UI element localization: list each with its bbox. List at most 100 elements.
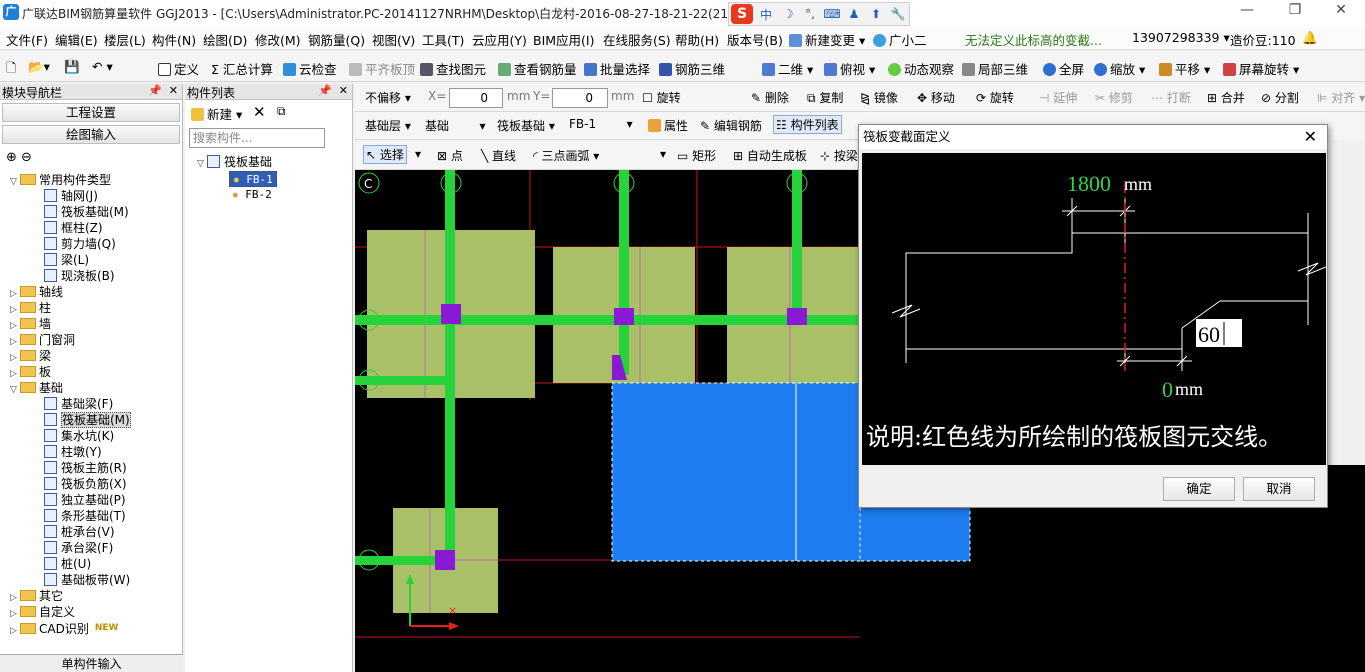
- tree-item[interactable]: ▷ 门窗洞: [10, 332, 75, 348]
- tree-item[interactable]: ▷ 板: [10, 364, 51, 380]
- new-component-button[interactable]: 新建 ▾: [191, 104, 242, 123]
- align-dropdown[interactable]: ⊫ 对齐 ▾: [1317, 89, 1365, 106]
- select-button[interactable]: ↖ 选择: [363, 145, 407, 164]
- merge-button[interactable]: ⊞ 合并: [1207, 89, 1245, 106]
- by-beam-button[interactable]: ⊹ 按梁: [820, 147, 858, 164]
- menu-online[interactable]: 在线服务(S): [603, 30, 671, 49]
- column[interactable]: [787, 308, 807, 325]
- menu-tools[interactable]: 工具(T): [422, 30, 464, 49]
- tb-define-button[interactable]: 定义: [158, 59, 199, 78]
- select-dropdown-arrow[interactable]: ▾: [415, 147, 421, 161]
- selected-raft-slab[interactable]: [611, 382, 860, 562]
- column[interactable]: [441, 304, 461, 324]
- new-change-button[interactable]: 新建变更 ▾: [789, 30, 865, 49]
- component-list-toggle[interactable]: ☷ 构件列表: [773, 115, 842, 134]
- column[interactable]: [614, 308, 634, 325]
- tree-item[interactable]: 基础梁(F): [44, 396, 113, 412]
- tree-item[interactable]: 筏板主筋(R): [44, 460, 127, 476]
- ime-item[interactable]: 中: [757, 6, 775, 23]
- tb-local-3d-button[interactable]: 局部三维: [962, 59, 1028, 78]
- notice-text[interactable]: 无法定义此标高的变截...: [965, 30, 1102, 49]
- tree-item[interactable]: 集水坑(K): [44, 428, 114, 444]
- auto-generate-button[interactable]: ⊞ 自动生成板: [733, 147, 807, 164]
- offset-mode-dropdown[interactable]: 不偏移 ▾: [365, 89, 411, 106]
- tree-item[interactable]: 承台梁(F): [44, 540, 113, 556]
- ime-item[interactable]: ⬆: [867, 7, 885, 21]
- tree-item[interactable]: 条形基础(T): [44, 508, 126, 524]
- tree-item[interactable]: 桩承台(V): [44, 524, 115, 540]
- tree-item[interactable]: 桩(U): [44, 556, 91, 572]
- tree-item[interactable]: 框柱(Z): [44, 220, 103, 236]
- open-file-icon[interactable]: 📂▾: [28, 59, 50, 75]
- drawing-input-button[interactable]: 绘图输入: [2, 125, 180, 144]
- arc-button[interactable]: ◜ 三点画弧 ▾: [533, 147, 599, 164]
- type-dropdown[interactable]: 筏板基础 ▾: [497, 117, 555, 134]
- tb-2d-dropdown[interactable]: 二维 ▾: [762, 59, 813, 78]
- close-panel-icon[interactable]: ✕: [169, 84, 178, 97]
- tb-view-rebar-button[interactable]: 查看钢筋量: [498, 59, 577, 78]
- close-panel-icon[interactable]: ✕: [339, 84, 348, 97]
- close-window-icon[interactable]: ✕: [1326, 2, 1356, 18]
- tree-item[interactable]: ▷ 自定义: [10, 604, 75, 620]
- column[interactable]: [435, 550, 455, 570]
- tb-topview-dropdown[interactable]: 俯视 ▾: [824, 59, 875, 78]
- tree-item[interactable]: ▷ CAD识别 NEW: [10, 620, 118, 636]
- floor-dropdown[interactable]: 基础层 ▾: [365, 117, 411, 134]
- top-dimension-value[interactable]: 1800: [1067, 171, 1111, 196]
- menu-component[interactable]: 构件(N): [152, 30, 196, 49]
- tree-item[interactable]: 梁(L): [44, 252, 89, 268]
- rotate-checkbox[interactable]: ☐ 旋转: [642, 89, 681, 106]
- tree-item[interactable]: ▽ 基础: [10, 380, 63, 396]
- ime-item[interactable]: 🔧: [889, 7, 907, 21]
- tb-sum-button[interactable]: Σ 汇总计算: [211, 59, 273, 78]
- tb-pan-dropdown[interactable]: 平移 ▾: [1159, 59, 1210, 78]
- beam[interactable]: [355, 556, 445, 565]
- tb-rotate-screen-dropdown[interactable]: 屏幕旋转 ▾: [1223, 59, 1299, 78]
- line-button[interactable]: ╲ 直线: [481, 147, 516, 164]
- restore-icon[interactable]: ❐: [1280, 2, 1310, 18]
- menu-version[interactable]: 版本号(B): [727, 30, 783, 49]
- rectangle-button[interactable]: ▭ 矩形: [677, 147, 716, 164]
- y-offset-input[interactable]: 0: [552, 88, 608, 108]
- collapse-icon[interactable]: ▽: [10, 174, 20, 190]
- tb-cloud-check-button[interactable]: 云检查: [283, 59, 337, 78]
- tb-rebar-3d-button[interactable]: 钢筋三维: [659, 59, 725, 78]
- point-button[interactable]: ⊠ 点: [437, 147, 463, 164]
- drawing-canvas[interactable]: C ×: [355, 170, 860, 672]
- tree-item[interactable]: 筏板负筋(X): [44, 476, 127, 492]
- tb-orbit-button[interactable]: 动态观察: [888, 59, 954, 78]
- ime-toolbar[interactable]: S 中 ☽ °, ⌨ ♟ ⬆ 🔧: [728, 2, 910, 26]
- break-button[interactable]: ⋯ 打断: [1151, 89, 1191, 106]
- angle-input[interactable]: 60: [1198, 322, 1220, 347]
- menu-view[interactable]: 视图(V): [372, 30, 415, 49]
- split-button[interactable]: ⊘ 分割: [1261, 89, 1299, 106]
- extend-button[interactable]: ⊣ 延伸: [1039, 89, 1077, 106]
- ok-button[interactable]: 确定: [1163, 477, 1235, 501]
- tree-item[interactable]: ▷ 其它: [10, 588, 63, 604]
- category-dropdown[interactable]: 基础 ▾: [425, 117, 486, 134]
- ime-item[interactable]: ⌨: [823, 7, 841, 21]
- tree-item[interactable]: ▷ 墙: [10, 316, 51, 332]
- menu-draw[interactable]: 绘图(D): [203, 30, 247, 49]
- tree-root-raft[interactable]: ▽ 筏板基础: [197, 154, 272, 170]
- guangxiaoer-button[interactable]: 广小二: [873, 30, 927, 49]
- cancel-button[interactable]: 取消: [1243, 477, 1315, 501]
- tree-item[interactable]: 现浇板(B): [44, 268, 115, 284]
- undo-icon[interactable]: ↶ ▾: [92, 59, 113, 74]
- search-input[interactable]: 搜索构件...: [189, 128, 325, 148]
- tree-item[interactable]: 独立基础(P): [44, 492, 126, 508]
- delete-button[interactable]: ✎ 删除: [751, 89, 789, 106]
- tb-zoom-dropdown[interactable]: 缩放 ▾: [1094, 59, 1145, 78]
- edit-rebar-button[interactable]: ✎ 编辑钢筋: [700, 117, 762, 134]
- project-settings-button[interactable]: 工程设置: [2, 103, 180, 122]
- copy-button[interactable]: ⧉ 复制: [807, 89, 843, 106]
- tree-item[interactable]: ▷ 轴线: [10, 284, 63, 300]
- menu-floor[interactable]: 楼层(L): [104, 30, 146, 49]
- expand-icon[interactable]: ▷: [10, 623, 20, 639]
- copy-icon[interactable]: ⧉: [277, 104, 286, 119]
- tb-align-top-button[interactable]: 平齐板顶: [349, 59, 415, 78]
- tb-batch-select-button[interactable]: 批量选择: [584, 59, 650, 78]
- component-item-fb2[interactable]: ✹ FB-2: [232, 187, 272, 203]
- tb-find-button[interactable]: 查找图元: [420, 59, 486, 78]
- new-file-icon[interactable]: 🗋: [6, 59, 16, 80]
